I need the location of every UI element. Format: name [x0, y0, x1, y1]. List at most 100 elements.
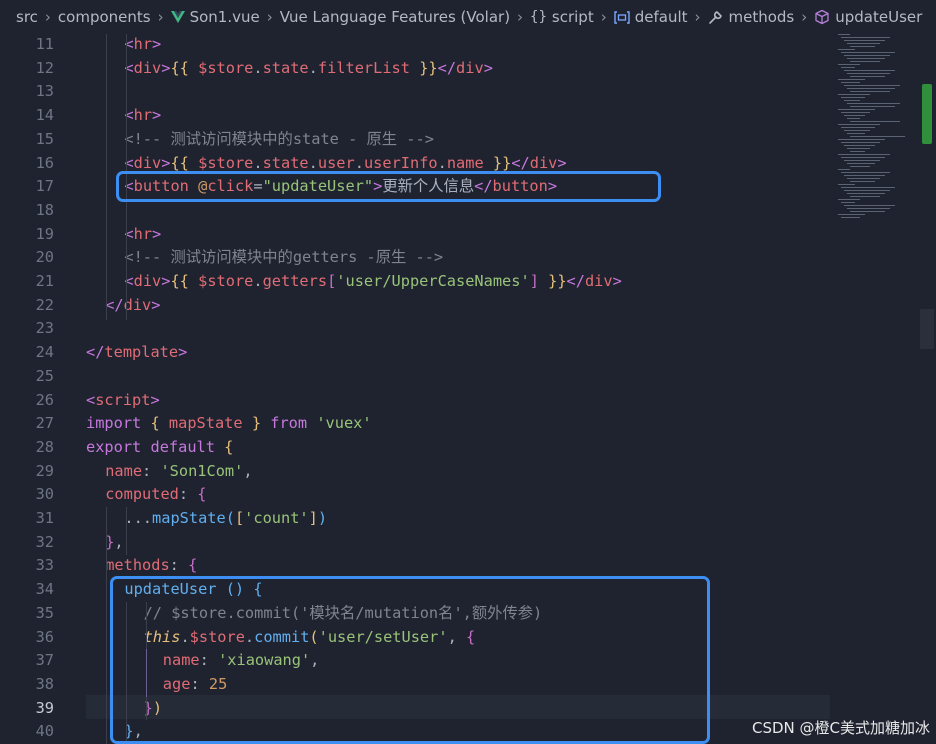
code-line[interactable]: 31 ...mapState(['count'])	[0, 506, 936, 530]
code-token: hr	[133, 106, 153, 125]
minimap-line	[841, 112, 870, 113]
code-line[interactable]: 22 </div>	[0, 293, 936, 317]
code-editor[interactable]: 11 <hr> 12 <div>{{ $store.state.filterList …	[0, 34, 936, 744]
code-token: }}	[419, 58, 438, 77]
code-line[interactable]: 23	[0, 316, 936, 340]
minimap-line	[844, 130, 870, 131]
minimap-line	[841, 52, 895, 53]
code-token: >	[178, 343, 188, 362]
breadcrumb-separator-icon: ›	[801, 8, 808, 26]
minimap-line	[847, 148, 870, 149]
minimap[interactable]	[838, 34, 918, 234]
code-token: >	[152, 224, 162, 243]
code-line[interactable]: 28 export default {	[0, 435, 936, 459]
code-token: .	[253, 58, 263, 77]
line-number: 30	[35, 485, 54, 504]
code-line[interactable]: 21 <div>{{ $store.getters['user/UpperCase…	[0, 269, 936, 293]
minimap-line	[844, 55, 890, 56]
minimap-line	[844, 40, 885, 41]
code-line[interactable]: 30 computed: {	[0, 482, 936, 506]
line-number: 37	[35, 651, 54, 670]
breadcrumb-separator-icon: ›	[517, 8, 524, 26]
code-line[interactable]: 27 import { mapState } from 'vuex'	[0, 411, 936, 435]
breadcrumb-separator-icon: ›	[157, 8, 164, 26]
code-line[interactable]: 20 <!-- 测试访问模块中的getters -原生 -->	[0, 245, 936, 269]
code-line[interactable]: 25	[0, 364, 936, 388]
code-token: $store	[198, 58, 254, 77]
code-line[interactable]: 29 name: 'Son1Com',	[0, 459, 936, 483]
line-number: 25	[35, 366, 54, 385]
line-number: 33	[35, 556, 54, 575]
code-line[interactable]: 13	[0, 79, 936, 103]
code-token: userInfo	[363, 153, 438, 172]
line-number: 29	[35, 461, 54, 480]
code-token: script	[95, 390, 151, 409]
breadcrumb-separator-icon: ›	[44, 8, 51, 26]
breadcrumb-item-src[interactable]: src	[16, 8, 38, 26]
code-token: computed	[105, 485, 179, 504]
scrollbar-thumb[interactable]	[920, 309, 934, 349]
line-number: 11	[35, 35, 54, 53]
minimap-line	[847, 193, 885, 194]
minimap-line	[850, 91, 890, 92]
code-line[interactable]: 11 <hr>	[0, 32, 936, 56]
minimap-line	[841, 97, 865, 98]
minimap-line	[838, 79, 865, 80]
minimap-line	[838, 64, 860, 65]
code-line[interactable]: 19 <hr>	[0, 222, 936, 246]
code-line[interactable]: 14 <hr>	[0, 103, 936, 127]
minimap-line	[850, 61, 880, 62]
minimap-line	[847, 43, 880, 44]
code-line[interactable]: 33 methods: {	[0, 553, 936, 577]
line-number: 19	[35, 224, 54, 243]
highlight-box-update-user-method	[110, 576, 710, 744]
minimap-line	[850, 136, 905, 137]
breadcrumb-item-default[interactable]: default	[614, 8, 688, 26]
code-token: :	[178, 485, 198, 504]
code-token: ,	[243, 461, 253, 480]
breadcrumb-item-methods[interactable]: methods	[708, 8, 795, 26]
code-token: from	[270, 414, 308, 433]
breadcrumb-item-vue-language-features-volar[interactable]: Vue Language Features (Volar)	[280, 8, 510, 26]
cube-icon	[814, 9, 830, 25]
code-token: {	[188, 556, 198, 575]
code-token: )	[317, 509, 328, 527]
breadcrumb-item-son1-vue[interactable]: Son1.vue	[170, 8, 260, 26]
code-line[interactable]: 24 </template>	[0, 340, 936, 364]
line-number: 32	[35, 532, 54, 551]
minimap-line	[841, 172, 890, 173]
code-token: {{	[170, 272, 189, 290]
minimap-line	[847, 73, 890, 74]
code-token: </	[566, 272, 585, 290]
breadcrumb-separator-icon: ›	[266, 8, 273, 26]
minimap-line	[841, 67, 855, 68]
code-token: export	[86, 437, 142, 456]
breadcrumb-item-updateuser[interactable]: updateUser	[814, 8, 922, 26]
minimap-line	[847, 178, 880, 179]
breadcrumb-label: Vue Language Features (Volar)	[279, 8, 511, 26]
code-text: computed: {	[105, 482, 206, 506]
breadcrumb-item-components[interactable]: components	[58, 8, 151, 26]
minimap-line	[850, 46, 875, 47]
module-icon	[614, 10, 630, 24]
code-line[interactable]: 15 <!-- 测试访问模块中的state - 原生 -->	[0, 127, 936, 151]
minimap-line	[841, 82, 860, 83]
minimap-line	[847, 208, 890, 209]
code-token: <!-- 测试访问模块中的state - 原生 -->	[124, 129, 434, 148]
line-number: 24	[35, 343, 54, 362]
minimap-line	[850, 211, 885, 212]
breadcrumb-item-script[interactable]: {} script	[530, 8, 594, 26]
code-line[interactable]: 26 <script>	[0, 388, 936, 412]
breadcrumb-label: methods	[728, 8, 795, 26]
minimap-line	[844, 100, 860, 101]
line-number: 38	[35, 674, 54, 693]
code-token: {	[150, 414, 160, 433]
minimap-line	[844, 115, 865, 116]
code-token: >	[152, 106, 162, 125]
code-line[interactable]: 12 <div>{{ $store.state.filterList }}</di…	[0, 56, 936, 80]
code-line[interactable]: 32},	[0, 530, 936, 554]
code-text: methods: {	[105, 553, 197, 577]
